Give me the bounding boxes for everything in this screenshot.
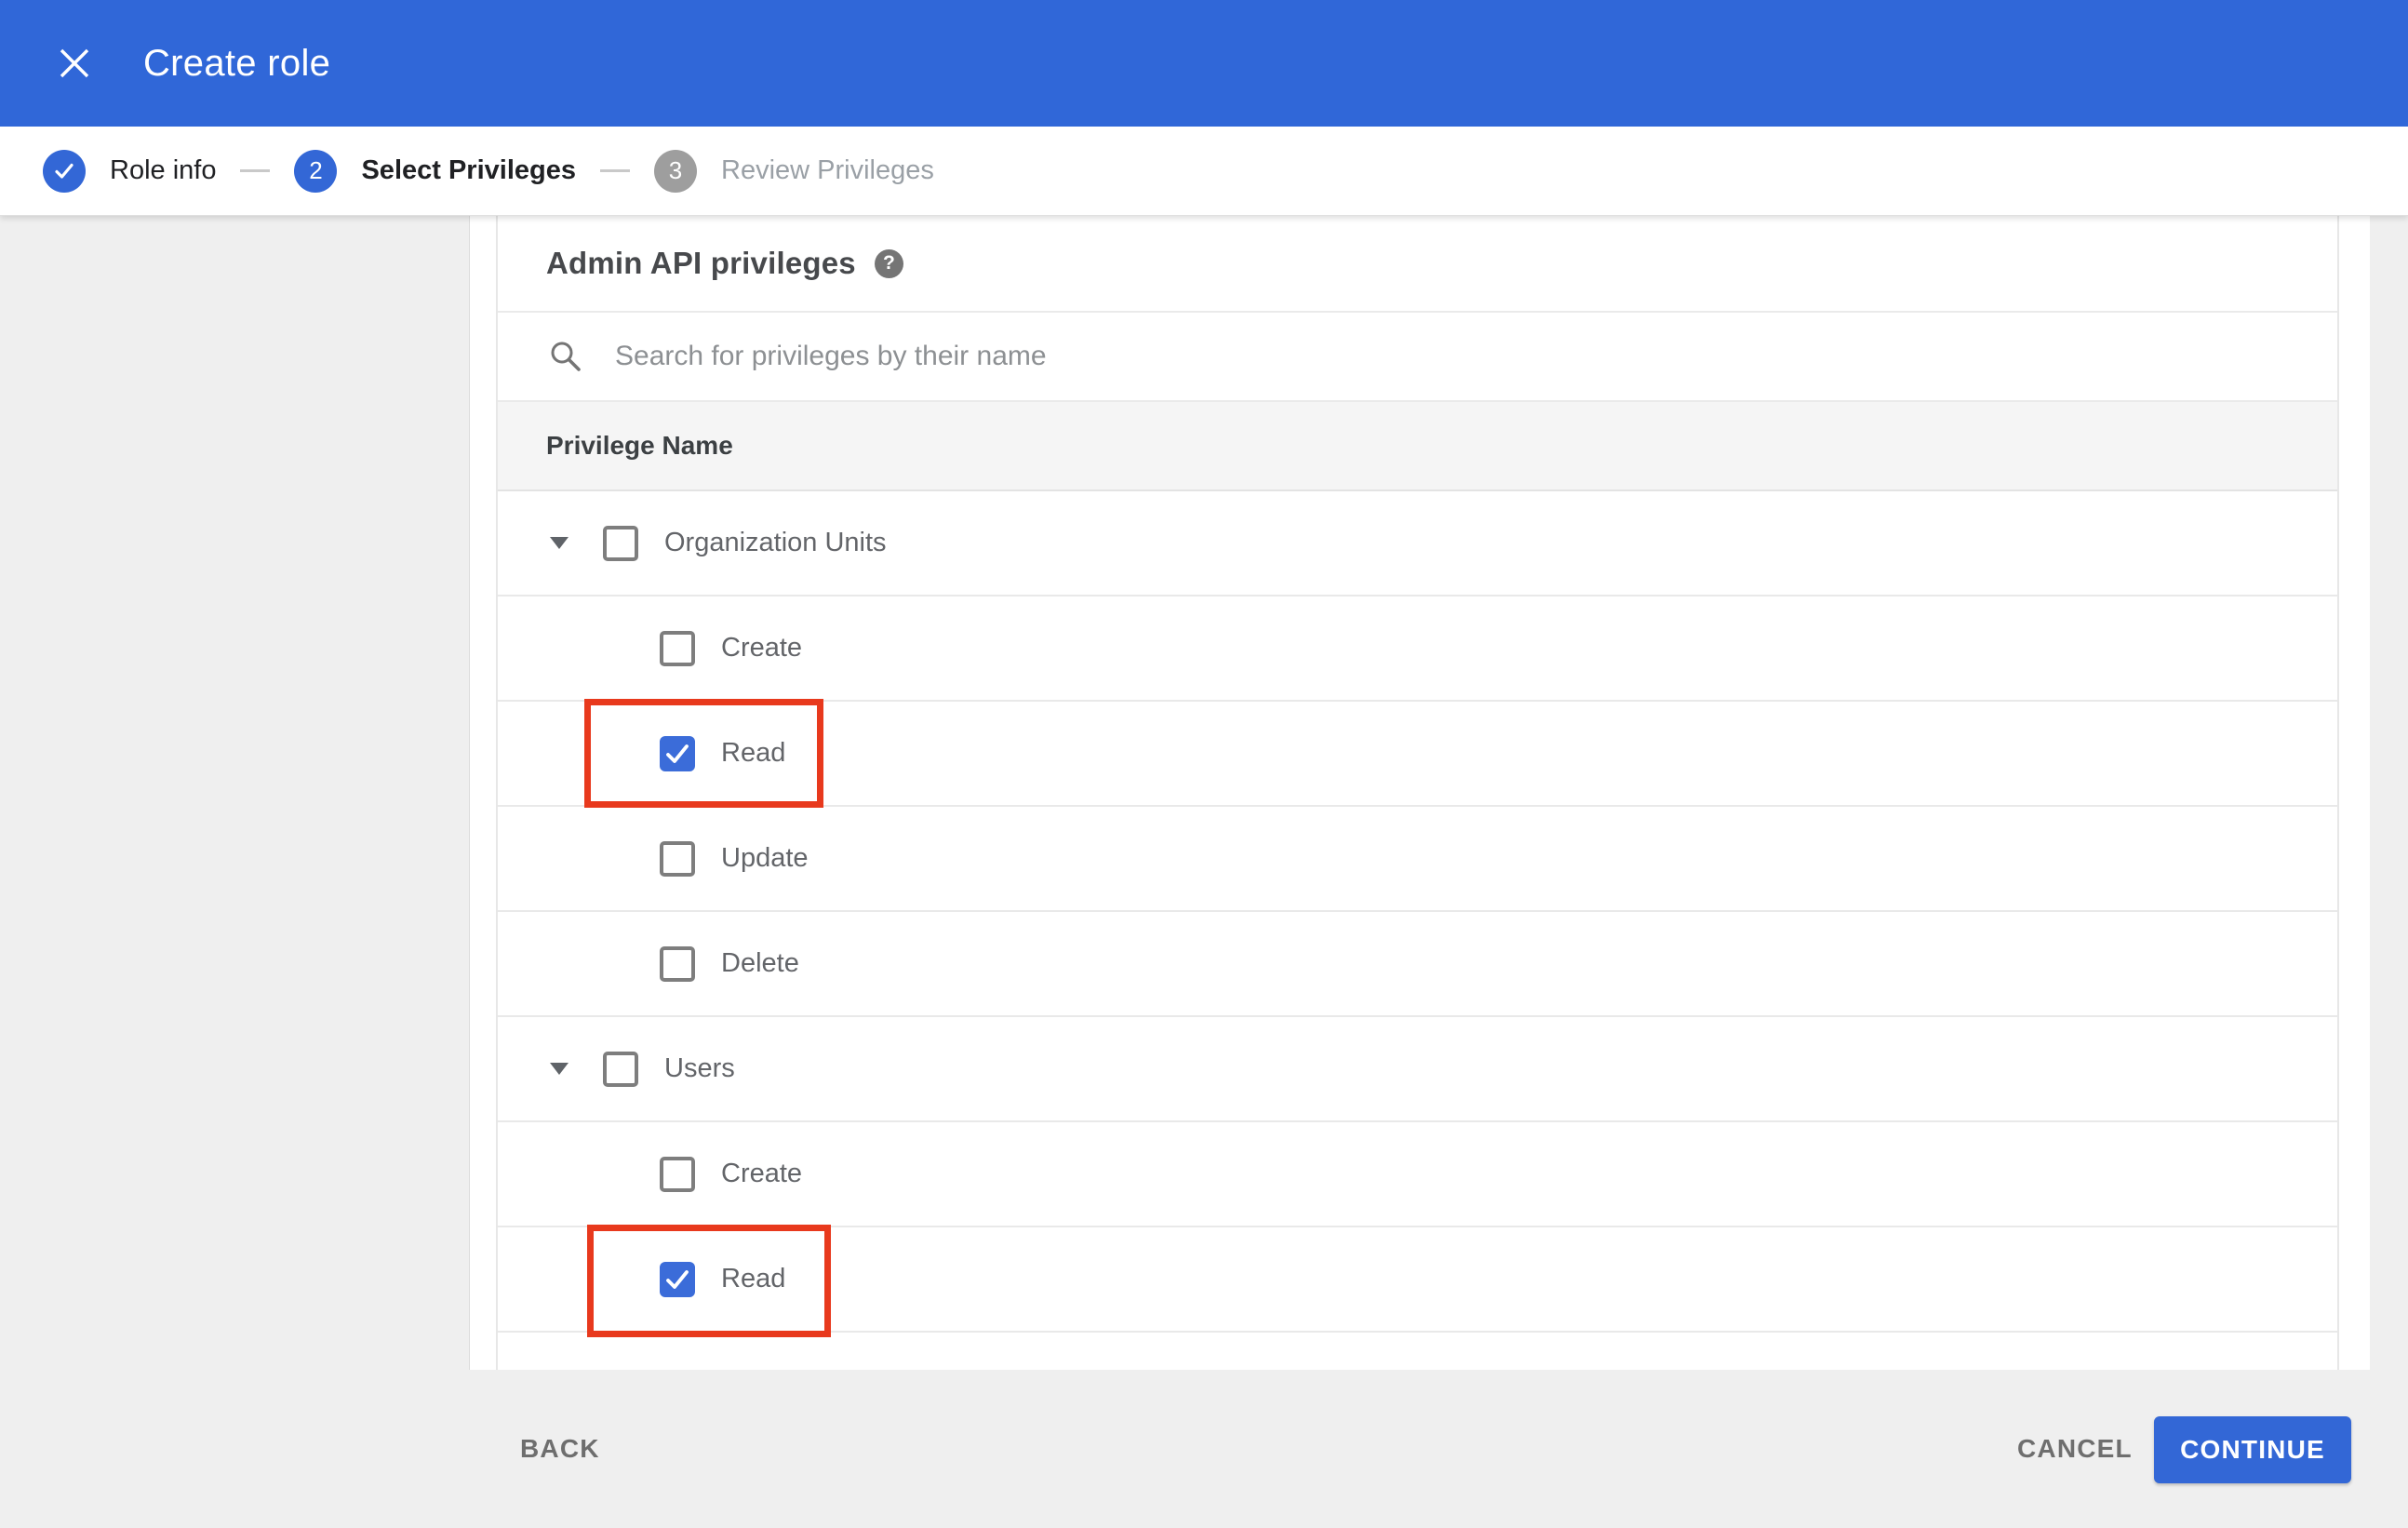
privilege-label: Create (721, 633, 803, 663)
table-row-users-create: Create (498, 1122, 2337, 1227)
step-connector (240, 169, 271, 172)
step-1-label: Role info (110, 155, 217, 185)
table-row-ou-update: Update (498, 807, 2337, 912)
checkbox-organization-units[interactable] (603, 525, 638, 561)
step-select-privileges[interactable]: 2 Select Privileges (294, 149, 576, 193)
collapse-triangle-icon[interactable] (550, 537, 569, 549)
section-title: Admin API privileges (546, 246, 856, 280)
annotation-highlight-users-read (587, 1225, 831, 1337)
checkbox-ou-delete[interactable] (660, 945, 695, 982)
app-bar: Create role (0, 0, 2408, 127)
back-button[interactable]: BACK (520, 1370, 600, 1528)
step-role-info[interactable]: Role info (43, 149, 217, 193)
checkbox-ou-create[interactable] (660, 630, 695, 666)
annotation-highlight-ou-read (584, 699, 823, 808)
privilege-label: Users (664, 1053, 735, 1083)
table-row-partial (498, 1333, 2337, 1370)
privilege-label: Organization Units (664, 528, 887, 557)
privilege-label: Delete (721, 948, 799, 978)
step-connector (600, 169, 630, 172)
table-row-ou-create: Create (498, 596, 2337, 702)
privilege-label: Create (721, 1159, 803, 1188)
dialog-title: Create role (143, 42, 331, 84)
table-row-organization-units: Organization Units (498, 491, 2337, 596)
help-icon[interactable]: ? (874, 248, 903, 278)
table-header-row: Privilege Name (498, 402, 2337, 491)
checkbox-users-create[interactable] (660, 1156, 695, 1192)
collapse-triangle-icon[interactable] (550, 1063, 569, 1075)
cancel-button[interactable]: CANCEL (2017, 1370, 2133, 1528)
search-row (498, 313, 2337, 402)
step-1-completed-circle (43, 149, 86, 193)
check-icon (55, 163, 74, 179)
step-2-circle: 2 (294, 149, 338, 193)
column-header-privilege-name: Privilege Name (546, 431, 733, 460)
table-row-users: Users (498, 1017, 2337, 1122)
footer-bar: BACK CANCEL CONTINUE (0, 1370, 2408, 1528)
table-row-ou-delete: Delete (498, 912, 2337, 1017)
search-icon (551, 342, 581, 371)
close-icon (60, 48, 89, 78)
continue-button[interactable]: CONTINUE (2154, 1416, 2351, 1483)
close-button[interactable] (54, 43, 95, 84)
step-3-circle: 3 (654, 149, 697, 193)
checkbox-users[interactable] (603, 1051, 638, 1087)
privilege-label: Update (721, 843, 809, 873)
search-input[interactable] (615, 341, 1732, 372)
checkbox-ou-update[interactable] (660, 840, 695, 877)
step-review-privileges: 3 Review Privileges (654, 149, 934, 193)
step-2-label: Select Privileges (361, 155, 576, 185)
step-3-label: Review Privileges (721, 155, 934, 185)
section-title-row: Admin API privileges ? (498, 216, 2337, 313)
wizard-stepper: Role info 2 Select Privileges 3 Review P… (0, 127, 2408, 216)
